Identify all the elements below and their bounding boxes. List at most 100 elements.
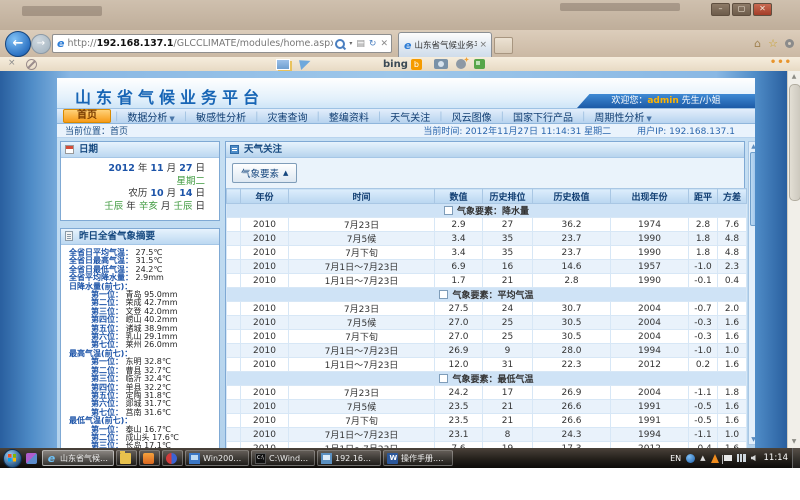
maximize-button[interactable]: ▢: [732, 3, 751, 16]
taskbar-button-6[interactable]: C:\Windows\s...: [251, 450, 315, 466]
table-cell: 30.7: [533, 302, 611, 316]
table-cell: 2.3: [718, 260, 747, 274]
browser-scrollbar[interactable]: ▲ ▼: [787, 71, 800, 448]
nav-item-9[interactable]: 周期性分析▼: [585, 109, 660, 124]
table-cell: 1990: [611, 246, 689, 260]
stop-icon[interactable]: ✕: [380, 39, 388, 49]
taskbar-button-8[interactable]: 操作手册.docx ...: [383, 450, 453, 466]
table-cell: -0.3: [689, 330, 718, 344]
nav-item-5[interactable]: 整编资料: [320, 109, 378, 124]
table-cell: 1.0: [718, 344, 747, 358]
url-text[interactable]: http://192.168.137.1/GLCCLIMATE/modules/…: [67, 38, 333, 49]
address-bar[interactable]: e http://192.168.137.1/GLCCLIMATE/module…: [52, 34, 392, 53]
date-box: 日期 2012 年 11 月 27 日 星期二 农历 10 月 14 日 壬辰 …: [60, 141, 220, 221]
chevron-down-icon: ▼: [169, 115, 174, 123]
person-icon[interactable]: [456, 59, 466, 69]
nav-item-6[interactable]: 天气关注: [381, 109, 439, 124]
column-header-5: 历史极值: [533, 189, 611, 204]
minimize-button[interactable]: –: [711, 3, 730, 16]
calendar-icon: [65, 145, 74, 154]
element-group-row: 气象要素：最低气温: [227, 372, 747, 386]
group-checkbox[interactable]: [439, 374, 448, 383]
scrollbar-up-icon[interactable]: ▲: [788, 71, 800, 83]
gear-icon[interactable]: [785, 39, 794, 48]
browser-tab[interactable]: e 山东省气候业务平... ×: [398, 32, 492, 57]
group-checkbox[interactable]: [439, 290, 448, 299]
table-cell: 24: [483, 302, 533, 316]
table-cell: 31: [483, 358, 533, 372]
table-cell: 3.4: [435, 232, 483, 246]
home-icon[interactable]: ⌂: [754, 37, 761, 50]
sidebar: 日期 2012 年 11 月 27 日 星期二 农历 10 月 14 日 壬辰 …: [60, 141, 220, 448]
background-window-title-artifact: [560, 3, 680, 11]
row-select-cell: [227, 316, 241, 330]
table-cell: 2004: [611, 302, 689, 316]
camera-icon[interactable]: [434, 59, 448, 69]
summary-box-title: 昨日全省气象摘要: [79, 231, 155, 242]
speaker-icon[interactable]: [751, 455, 756, 461]
action-center-flag-icon[interactable]: [724, 455, 732, 461]
table-cell: 30.5: [533, 330, 611, 344]
taskbar-button-7[interactable]: 192.168.59.99...: [317, 450, 381, 466]
refresh-icon[interactable]: ↻: [369, 39, 377, 49]
taskbar-button-5[interactable]: Win2008 (VS2...: [185, 450, 249, 466]
panel-scrollbar[interactable]: ▲ ▼: [748, 141, 755, 445]
clock[interactable]: 11:14: [764, 453, 789, 463]
translate-icon[interactable]: [474, 59, 485, 69]
quick-launch-icon[interactable]: [26, 453, 37, 464]
more-options-icon[interactable]: •••: [770, 57, 792, 68]
element-group-label: 气象要素：降水量: [457, 207, 529, 217]
taskbar-button-label: Win2008 (VS2...: [203, 454, 244, 463]
back-button[interactable]: ←: [5, 31, 31, 57]
taskbar-button-label: C:\Windows\s...: [269, 454, 310, 463]
taskbar-button-3[interactable]: [139, 450, 160, 466]
nav-item-2[interactable]: 数据分析▼: [118, 109, 183, 124]
nav-item-8[interactable]: 国家下行产品: [504, 109, 582, 124]
language-indicator[interactable]: EN: [670, 454, 681, 463]
favorites-star-icon[interactable]: ☆: [768, 37, 778, 50]
search-dropdown-icon[interactable]: ▾: [349, 40, 352, 47]
compatibility-icon[interactable]: ▤: [356, 39, 365, 49]
table-cell: 7月1日～7月23日: [289, 260, 435, 274]
gallery-icon[interactable]: [276, 59, 290, 70]
taskbar-button-4[interactable]: [162, 450, 183, 466]
flame-icon[interactable]: [711, 454, 719, 463]
table-row: 20101月1日～7月23日12.03122.320120.21.6: [227, 358, 747, 372]
scroll-down-icon[interactable]: ▼: [749, 435, 755, 444]
element-group-row: 气象要素：平均气温: [227, 288, 747, 302]
table-cell: 27.5: [435, 302, 483, 316]
bing-wordmark: bing: [383, 59, 408, 70]
table-cell: 2.8: [533, 274, 611, 288]
browser-scrollbar-thumb[interactable]: [789, 84, 800, 201]
nav-item-7[interactable]: 风云图像: [443, 109, 501, 124]
nav-item-1[interactable]: 首页: [63, 109, 111, 123]
taskbar-button-2[interactable]: [116, 450, 137, 466]
taskbar-button-1[interactable]: e山东省气候业...: [42, 450, 114, 466]
row-select-cell: [227, 344, 241, 358]
column-header-6: 出现年份: [611, 189, 689, 204]
panel-scrollbar-thumb[interactable]: [750, 152, 755, 226]
search-icon[interactable]: [335, 39, 345, 49]
send-icon[interactable]: [299, 58, 312, 70]
group-checkbox[interactable]: [444, 206, 453, 215]
tab-close-icon[interactable]: ×: [479, 40, 487, 50]
table-cell: 16: [483, 260, 533, 274]
scroll-up-icon[interactable]: ▲: [749, 142, 755, 151]
forward-button[interactable]: →: [31, 34, 51, 54]
new-tab-button[interactable]: [494, 37, 513, 54]
scrollbar-down-icon[interactable]: ▼: [788, 436, 800, 448]
element-filter-button[interactable]: 气象要素▲: [232, 163, 297, 183]
bing-brand[interactable]: bing b: [383, 57, 422, 71]
table-cell: -1.1: [689, 428, 718, 442]
tray-expand-icon[interactable]: ▲: [700, 454, 705, 462]
nav-item-4[interactable]: 灾害查询: [259, 109, 317, 124]
table-cell: 1974: [611, 218, 689, 232]
table-cell: 7月1日～7月23日: [289, 344, 435, 358]
network-bars-icon[interactable]: [737, 454, 746, 462]
close-button[interactable]: ✕: [753, 3, 772, 16]
nav-item-3[interactable]: 敏感性分析: [187, 109, 255, 124]
commandbar-close-icon[interactable]: ×: [8, 58, 16, 68]
start-button[interactable]: [3, 449, 22, 468]
show-desktop-button[interactable]: [792, 448, 800, 468]
network-globe-icon[interactable]: [686, 454, 695, 463]
